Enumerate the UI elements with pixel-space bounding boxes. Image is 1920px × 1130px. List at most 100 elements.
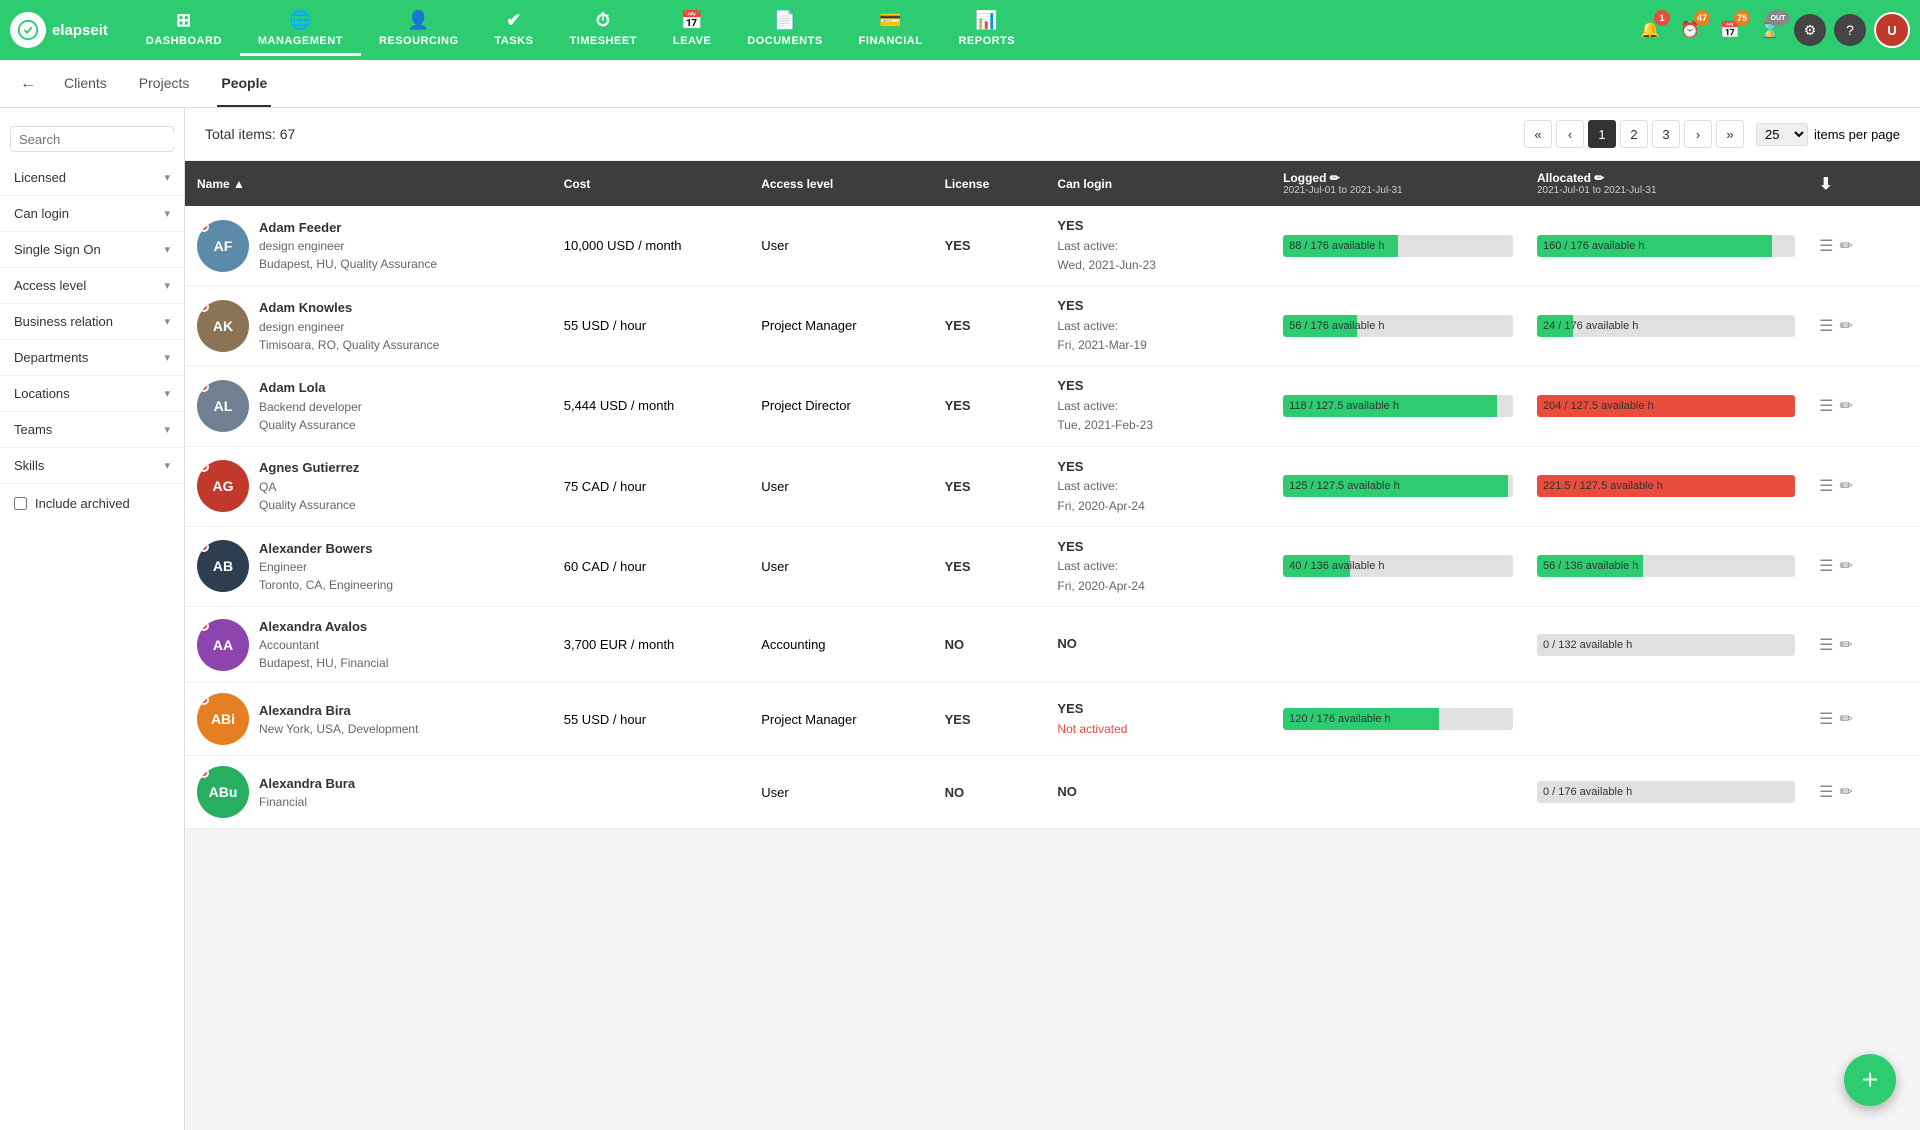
filter-skills[interactable]: Skills ▾ (0, 448, 184, 484)
view-details-icon[interactable]: ☰ (1819, 635, 1833, 655)
edit-icon[interactable]: ✏ (1839, 316, 1852, 336)
edit-icon[interactable]: ✏ (1839, 782, 1852, 802)
out-badge[interactable]: ⌛ OUT (1754, 14, 1786, 46)
tab-projects[interactable]: Projects (135, 61, 194, 107)
view-details-icon[interactable]: ☰ (1819, 556, 1833, 576)
notification-bell[interactable]: 🔔 1 (1634, 14, 1666, 46)
license-badge: YES (945, 479, 971, 494)
filter-business-relation[interactable]: Business relation ▾ (0, 304, 184, 340)
allocated-progress-bar: 0 / 176 available h (1537, 781, 1795, 803)
edit-icon[interactable]: ✏ (1839, 709, 1852, 729)
view-details-icon[interactable]: ☰ (1819, 782, 1833, 802)
include-archived-checkbox[interactable] (14, 497, 27, 510)
action-icons: ☰ ✏ (1819, 316, 1908, 336)
nav-leave[interactable]: 📅 LEAVE (655, 4, 729, 56)
timer-count: 47 (1694, 10, 1710, 26)
view-details-icon[interactable]: ☰ (1819, 476, 1833, 496)
allocated-progress-bar: 56 / 136 available h (1537, 555, 1795, 577)
nav-tasks[interactable]: ✔ TASKS (477, 4, 552, 56)
chevron-down-icon: ▾ (164, 279, 170, 292)
filter-teams[interactable]: Teams ▾ (0, 412, 184, 448)
page-last-button[interactable]: » (1716, 120, 1744, 148)
can-login-badge: YES (1057, 296, 1259, 317)
status-dot (199, 382, 209, 392)
nav-management[interactable]: 🌐 MANAGEMENT (240, 4, 361, 56)
col-header-license: License (933, 161, 1046, 206)
download-icon[interactable]: ⬇ (1819, 176, 1832, 193)
view-details-icon[interactable]: ☰ (1819, 316, 1833, 336)
nav-tasks-label: TASKS (495, 35, 534, 47)
leave-icon: 📅 (681, 10, 704, 31)
page-1-button[interactable]: 1 (1588, 120, 1616, 148)
person-access-level: User (749, 526, 932, 606)
action-icons: ☰ ✏ (1819, 236, 1908, 256)
person-logged: 118 / 127.5 available h (1271, 366, 1525, 446)
allocated-label: 160 / 176 available h (1537, 235, 1795, 257)
filter-can-login[interactable]: Can login ▾ (0, 196, 184, 232)
col-header-logged: Logged ✏ 2021-Jul-01 to 2021-Jul-31 (1271, 161, 1525, 206)
app-logo[interactable]: elapseit (10, 12, 108, 48)
page-prev-button[interactable]: ‹ (1556, 120, 1584, 148)
tab-clients[interactable]: Clients (60, 61, 111, 107)
filter-licensed[interactable]: Licensed ▾ (0, 160, 184, 196)
timer-badge[interactable]: ⏰ 47 (1674, 14, 1706, 46)
calendar-badge[interactable]: 📅 75 (1714, 14, 1746, 46)
filter-access-level[interactable]: Access level ▾ (0, 268, 184, 304)
view-details-icon[interactable]: ☰ (1819, 236, 1833, 256)
nav-reports[interactable]: 📊 REPORTS (940, 4, 1033, 56)
management-icon: 🌐 (289, 10, 312, 31)
view-details-icon[interactable]: ☰ (1819, 709, 1833, 729)
edit-icon[interactable]: ✏ (1839, 556, 1852, 576)
nav-timesheet[interactable]: ⏱ TIMESHEET (551, 4, 654, 56)
person-actions: ☰ ✏ (1807, 286, 1920, 366)
person-allocated: 221.5 / 127.5 available h (1525, 446, 1807, 526)
filter-single-sign-on[interactable]: Single Sign On ▾ (0, 232, 184, 268)
person-logged (1271, 606, 1525, 683)
person-can-login: YESLast active:Fri, 2020-Apr-24 (1045, 526, 1271, 606)
user-avatar-button[interactable]: U (1874, 12, 1910, 48)
plus-icon: + (1862, 1064, 1878, 1096)
edit-icon[interactable]: ✏ (1839, 236, 1852, 256)
person-name-cell: AF Adam Feeder design engineer Budapest,… (185, 206, 552, 286)
last-active-label: Last active: (1057, 557, 1259, 576)
nav-resourcing[interactable]: 👤 RESOURCING (361, 4, 477, 56)
page-next-button[interactable]: › (1684, 120, 1712, 148)
status-dot (199, 222, 209, 232)
page-2-button[interactable]: 2 (1620, 120, 1648, 148)
nav-documents[interactable]: 📄 DOCUMENTS (729, 4, 840, 56)
status-dot (199, 302, 209, 312)
person-info: Alexandra Bira New York, USA, Developmen… (259, 701, 418, 739)
page-3-button[interactable]: 3 (1652, 120, 1680, 148)
person-role: Backend developer (259, 398, 362, 416)
include-archived[interactable]: Include archived (0, 484, 184, 523)
search-input[interactable] (19, 132, 185, 147)
filter-locations[interactable]: Locations ▾ (0, 376, 184, 412)
nav-dashboard[interactable]: ⊞ DASHBOARD (128, 4, 240, 56)
can-login-badge: YES (1057, 537, 1259, 558)
search-box[interactable]: 🔍 (10, 126, 174, 152)
person-name-cell: AK Adam Knowles design engineer Timisoar… (185, 286, 552, 366)
person-info: Adam Knowles design engineer Timisoara, … (259, 298, 439, 354)
filter-licensed-label: Licensed (14, 170, 66, 185)
person-info: Alexandra Bura Financial (259, 774, 355, 812)
nav-financial[interactable]: 💳 FINANCIAL (841, 4, 941, 56)
filter-teams-label: Teams (14, 422, 52, 437)
help-button[interactable]: ? (1834, 14, 1866, 46)
edit-icon[interactable]: ✏ (1839, 635, 1852, 655)
filter-departments[interactable]: Departments ▾ (0, 340, 184, 376)
out-count: OUT (1766, 10, 1790, 26)
col-header-name[interactable]: Name ▲ (185, 161, 552, 206)
page-first-button[interactable]: « (1524, 120, 1552, 148)
tab-people[interactable]: People (217, 61, 271, 107)
person-full-name: Adam Knowles (259, 298, 439, 318)
per-page-select[interactable]: 25 50 100 (1756, 123, 1808, 146)
person-role: New York, USA, Development (259, 720, 418, 738)
settings-button[interactable]: ⚙ (1794, 14, 1826, 46)
person-can-login: YESLast active:Fri, 2020-Apr-24 (1045, 446, 1271, 526)
view-details-icon[interactable]: ☰ (1819, 396, 1833, 416)
back-button[interactable]: ← (20, 75, 36, 93)
edit-icon[interactable]: ✏ (1839, 396, 1852, 416)
edit-icon[interactable]: ✏ (1839, 476, 1852, 496)
add-person-fab[interactable]: + (1844, 1054, 1896, 1106)
person-access-level: Project Manager (749, 683, 932, 756)
